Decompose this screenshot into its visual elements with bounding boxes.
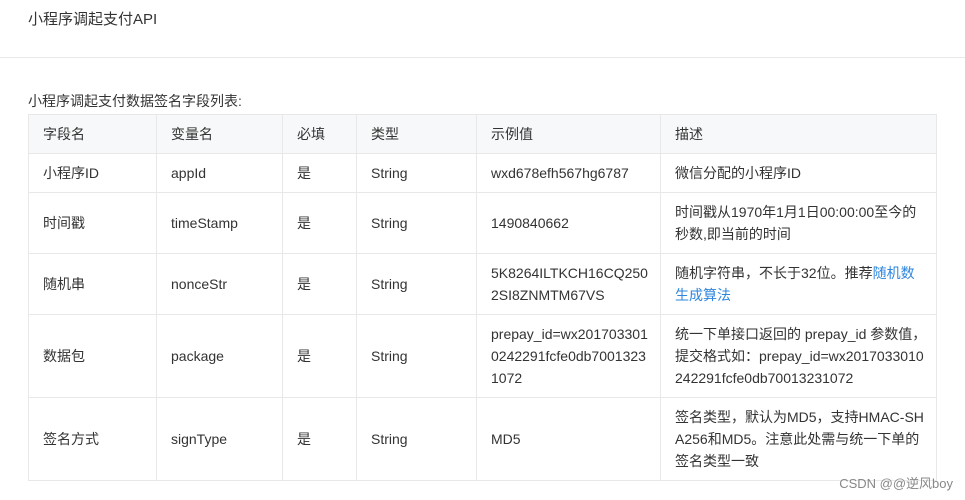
header-field-name: 字段名: [28, 114, 157, 154]
header-required: 必填: [282, 114, 357, 154]
header-example: 示例值: [476, 114, 661, 154]
cell-description: 时间戳从1970年1月1日00:00:00至今的秒数,即当前的时间: [660, 192, 937, 254]
cell-variable: appId: [156, 153, 283, 193]
cell-field: 小程序ID: [28, 153, 157, 193]
cell-variable: nonceStr: [156, 253, 283, 315]
table-row: 签名方式 signType 是 String MD5 签名类型，默认为MD5，支…: [28, 397, 937, 481]
table-row: 数据包 package 是 String prepay_id=wx2017033…: [28, 314, 937, 398]
cell-required: 是: [282, 397, 357, 481]
header-description: 描述: [660, 114, 937, 154]
header-variable-name: 变量名: [156, 114, 283, 154]
cell-type: String: [356, 397, 477, 481]
cell-variable: signType: [156, 397, 283, 481]
cell-description: 统一下单接口返回的 prepay_id 参数值，提交格式如：prepay_id=…: [660, 314, 937, 398]
table-row: 时间戳 timeStamp 是 String 1490840662 时间戳从19…: [28, 192, 937, 254]
cell-description: 随机字符串，不长于32位。推荐随机数生成算法: [660, 253, 937, 315]
cell-description: 签名类型，默认为MD5，支持HMAC-SHA256和MD5。注意此处需与统一下单…: [660, 397, 937, 481]
cell-required: 是: [282, 253, 357, 315]
cell-type: String: [356, 314, 477, 398]
cell-type: String: [356, 153, 477, 193]
cell-example: wxd678efh567hg6787: [476, 153, 661, 193]
description-text: 随机字符串，不长于32位。推荐: [675, 265, 873, 281]
cell-variable: timeStamp: [156, 192, 283, 254]
cell-type: String: [356, 253, 477, 315]
cell-field: 时间戳: [28, 192, 157, 254]
header-type: 类型: [356, 114, 477, 154]
cell-required: 是: [282, 153, 357, 193]
title-divider: [0, 57, 965, 58]
cell-required: 是: [282, 192, 357, 254]
signature-fields-table: 字段名 变量名 必填 类型 示例值 描述 小程序ID appId 是 Strin…: [28, 114, 937, 481]
cell-variable: package: [156, 314, 283, 398]
watermark: CSDN @@逆风boy: [839, 476, 953, 491]
cell-required: 是: [282, 314, 357, 398]
cell-example: 5K8264ILTKCH16CQ2502SI8ZNMTM67VS: [476, 253, 661, 315]
table-row: 随机串 nonceStr 是 String 5K8264ILTKCH16CQ25…: [28, 253, 937, 315]
table-row: 小程序ID appId 是 String wxd678efh567hg6787 …: [28, 153, 937, 193]
cell-example: 1490840662: [476, 192, 661, 254]
cell-example: MD5: [476, 397, 661, 481]
table-caption: 小程序调起支付数据签名字段列表:: [28, 93, 242, 109]
cell-field: 签名方式: [28, 397, 157, 481]
table-header-row: 字段名 变量名 必填 类型 示例值 描述: [28, 114, 937, 154]
page-title: 小程序调起支付API: [28, 11, 158, 28]
cell-example: prepay_id=wx2017033010242291fcfe0db70013…: [476, 314, 661, 398]
cell-field: 数据包: [28, 314, 157, 398]
cell-description: 微信分配的小程序ID: [660, 153, 937, 193]
cell-type: String: [356, 192, 477, 254]
cell-field: 随机串: [28, 253, 157, 315]
